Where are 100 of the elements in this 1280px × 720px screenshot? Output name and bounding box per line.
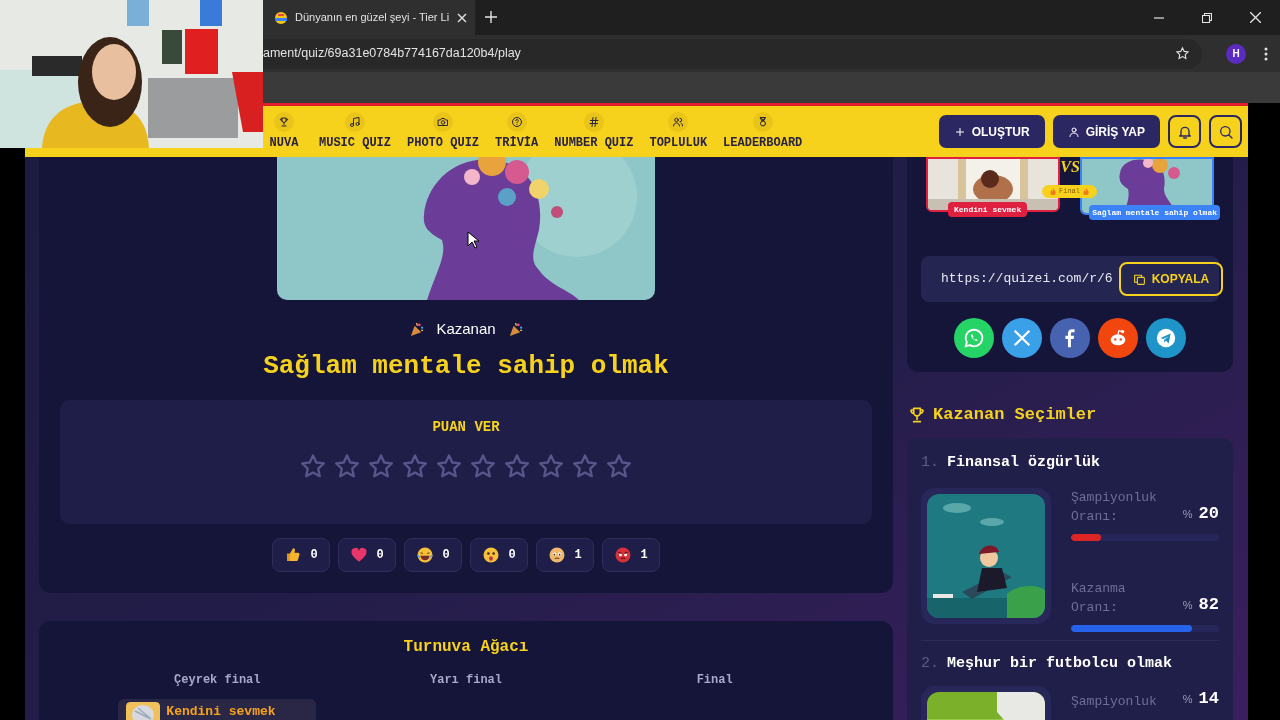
entry-name: Kendini sevmek [166,702,276,720]
close-icon[interactable] [457,12,468,23]
winner-caption: Kazanan [436,319,496,339]
star-icon[interactable] [1175,46,1190,61]
star-icon[interactable] [503,451,531,480]
reaction-button[interactable]: 1 [536,537,594,572]
round-title: Yarı final [430,671,502,689]
reaction-count: 1 [640,546,648,564]
star-icon[interactable] [469,451,497,480]
laughing-emoji-icon [416,545,435,564]
nav-link[interactable]: NUMBER QUIZ [552,112,636,149]
copy-icon [1132,272,1146,286]
vs-label: VS [1060,157,1080,177]
round-title: Çeyrek final [174,671,261,689]
reaction-button[interactable]: 0 [338,537,396,572]
question-circle-icon [510,116,523,128]
reaction-count: 0 [508,546,516,564]
stat-value: 82 [1198,593,1219,616]
nav-link[interactable]: MUSIC QUIZ [317,112,393,149]
users-icon [672,116,685,128]
new-tab-icon[interactable] [485,11,498,23]
party-popper-icon [409,321,425,337]
search-button[interactable] [1209,115,1242,148]
plus-icon [953,125,966,138]
stat-value: 20 [1198,502,1219,525]
option-label: Kendini sevmek [948,202,1028,217]
heart-icon [350,545,369,564]
percent-sign: % [1182,691,1193,707]
share-link[interactable]: https://quizei.com/r/6 [941,269,1113,289]
nav-link[interactable]: LEADERBOARD [721,112,805,149]
user-icon [1067,125,1080,138]
party-popper-icon [507,321,523,337]
music-note-icon [349,116,361,128]
reddit-button[interactable] [1098,318,1138,358]
winner-title: Sağlam mentale sahip olmak [263,349,669,383]
rating-title: PUAN VER [432,417,500,437]
reaction-count: 0 [442,546,450,564]
profile-avatar[interactable]: H [1226,43,1246,64]
search-icon [1217,123,1234,140]
round-title: Final [696,671,733,689]
option-label: Sağlam mentale sahip olmak [1089,205,1220,220]
star-icon[interactable] [537,451,565,480]
trophy-icon [278,116,290,128]
star-icon[interactable] [333,451,361,480]
bracket-title: Turnuva Ağacı [403,636,529,658]
tab-title: Dünyanın en güzel şeyi - Tier Li [295,10,450,26]
stat-value: 14 [1198,687,1219,710]
percent-sign: % [1182,506,1193,522]
star-icon[interactable] [605,451,633,480]
phone-bubble-icon [963,327,985,349]
copy-button[interactable]: KOPYALA [1118,262,1224,296]
x-logo-icon [1011,327,1033,349]
restore-icon[interactable] [1202,12,1212,23]
angry-emoji-icon [614,545,633,564]
mouse-cursor-icon [467,231,479,249]
paper-plane-icon [1155,327,1177,349]
rank-number: 2. [921,654,939,674]
fire-icon [1083,188,1089,195]
surprised-emoji-icon [482,545,501,564]
star-icon[interactable] [299,451,327,480]
address-text: ament/quiz/69a31e0784b774167da120b4/play [263,45,521,63]
hash-icon [587,116,600,128]
nav-link[interactable]: TOPLULUK [647,112,710,149]
camera-icon [437,116,449,128]
create-button[interactable]: OLUŞTUR [938,115,1045,148]
stat-label: Kazanma Oranı: [1071,580,1127,617]
fire-icon [1050,188,1056,195]
notifications-button[interactable] [1168,115,1201,148]
nav-link[interactable]: TRİVİA [493,112,541,149]
stat-label: Şampiyonluk Oranı: [1071,489,1158,526]
favicon-icon [275,11,287,24]
bracket-entry[interactable]: Kendini sevmek [118,698,317,720]
reaction-count: 0 [310,546,318,564]
reaction-button[interactable]: 0 [272,537,330,572]
more-menu-icon[interactable] [1264,46,1268,61]
browser-tab[interactable]: Dünyanın en güzel şeyi - Tier Li [263,0,476,35]
facebook-button[interactable] [1050,318,1090,358]
choice-name: Finansal özgürlük [947,452,1101,473]
telegram-button[interactable] [1146,318,1186,358]
nav-link[interactable]: NUVA [263,112,305,149]
section-title: Kazanan Seçimler [933,404,1097,426]
star-icon[interactable] [367,451,395,480]
rank-number: 1. [921,452,939,473]
close-icon[interactable] [1250,12,1261,23]
reaction-button[interactable]: 0 [404,537,462,572]
worried-emoji-icon [548,545,567,564]
star-icon[interactable] [435,451,463,480]
reaction-count: 1 [574,546,582,564]
choice-name: Meşhur bir futbolcu olmak [947,654,1173,674]
percent-sign: % [1182,597,1193,613]
reaction-button[interactable]: 1 [602,537,660,572]
login-button[interactable]: GİRİŞ YAP [1052,115,1160,148]
star-icon[interactable] [401,451,429,480]
reaction-button[interactable]: 0 [470,537,528,572]
address-bar[interactable]: ament/quiz/69a31e0784b774167da120b4/play [263,38,1202,69]
whatsapp-button[interactable] [954,318,994,358]
nav-link[interactable]: PHOTO QUIZ [405,112,482,149]
x-button[interactable] [1002,318,1042,358]
stat-label: Şampiyonluk [1071,693,1158,711]
star-icon[interactable] [571,451,599,480]
